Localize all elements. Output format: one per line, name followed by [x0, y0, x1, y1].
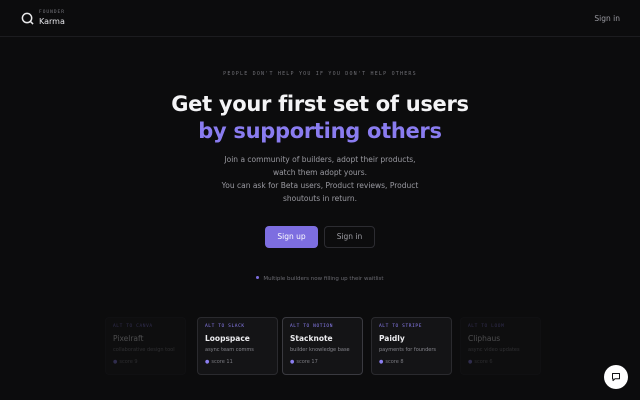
card-score-text: score 11 [211, 359, 233, 365]
card-tagline: builder knowledge base [290, 347, 350, 353]
status-dot-icon [256, 276, 260, 279]
description-line: shoutouts in return. [282, 194, 358, 203]
card-score-text: score 8 [385, 359, 404, 365]
card-alt-label: ALT TO LOOM [468, 324, 505, 329]
card-alt-label: ALT TO NOTION [290, 324, 334, 329]
score-dot-icon: ● [113, 359, 118, 365]
top-navigation-bar: FOUNDER Karma Sign in [0, 0, 640, 37]
chat-bubble-icon [612, 373, 620, 382]
card-score-text: score 17 [296, 359, 318, 365]
card-tagline: async team comms [205, 347, 254, 353]
score-dot-icon: ● [205, 359, 210, 365]
card-tagline: collaborative design tool [113, 347, 175, 353]
hero-kicker: PEOPLE DON'T HELP YOU IF YOU DON'T HELP … [223, 71, 417, 77]
product-card[interactable]: ALT TO NOTION Stacknote builder knowledg… [282, 317, 363, 375]
headline-line-1: Get your first set of users [171, 92, 469, 116]
card-score: ● score 6 [468, 359, 533, 365]
card-tagline: payments for founders [379, 347, 436, 353]
card-score: ● score 11 [205, 359, 270, 365]
card-score-text: score 6 [474, 359, 493, 365]
score-dot-icon: ● [379, 359, 384, 365]
signup-button[interactable]: Sign up [265, 226, 318, 248]
score-dot-icon: ● [290, 359, 295, 365]
description-line: Join a community of builders, adopt thei… [224, 155, 416, 164]
description-line: You can ask for Beta users, Product revi… [221, 181, 419, 190]
card-alt-label: ALT TO SLACK [205, 324, 245, 329]
card-score-text: score 9 [119, 359, 138, 365]
circle-logo-icon[interactable] [21, 12, 34, 25]
card-product-name: Pixelraft [113, 334, 144, 343]
card-product-name: Cliphaus [468, 334, 501, 343]
card-score: ● score 9 [113, 359, 178, 365]
brand-name[interactable]: Karma [39, 17, 65, 26]
card-alt-label: ALT TO CANVA [113, 324, 153, 329]
status-text: Multiple builders now filling up their w… [263, 276, 384, 282]
description-line: watch them adopt yours. [272, 168, 368, 177]
product-card[interactable]: ALT TO CANVA Pixelraft collaborative des… [105, 317, 186, 375]
score-dot-icon: ● [468, 359, 473, 365]
product-card[interactable]: ALT TO STRIPE Paidly payments for founde… [371, 317, 452, 375]
card-product-name: Paidly [379, 334, 405, 343]
chat-button[interactable] [604, 365, 628, 389]
card-alt-label: ALT TO STRIPE [379, 324, 423, 329]
card-product-name: Stacknote [290, 334, 333, 343]
hero-headline: Get your first set of users by supportin… [0, 91, 640, 145]
brand-kicker: FOUNDER [39, 10, 65, 15]
status-line: Multiple builders now filling up their w… [0, 276, 640, 282]
product-card[interactable]: ALT TO SLACK Loopspace async team comms … [197, 317, 278, 375]
card-tagline: async video updates [468, 347, 520, 353]
headline-line-2: by supporting others [198, 119, 442, 143]
hero-description: Join a community of builders, adopt thei… [200, 153, 440, 205]
card-score: ● score 8 [379, 359, 444, 365]
header-signin-link[interactable]: Sign in [594, 14, 620, 23]
signin-button[interactable]: Sign in [324, 226, 375, 248]
product-card[interactable]: ALT TO LOOM Cliphaus async video updates… [460, 317, 541, 375]
card-score: ● score 17 [290, 359, 355, 365]
card-product-name: Loopspace [205, 334, 250, 343]
